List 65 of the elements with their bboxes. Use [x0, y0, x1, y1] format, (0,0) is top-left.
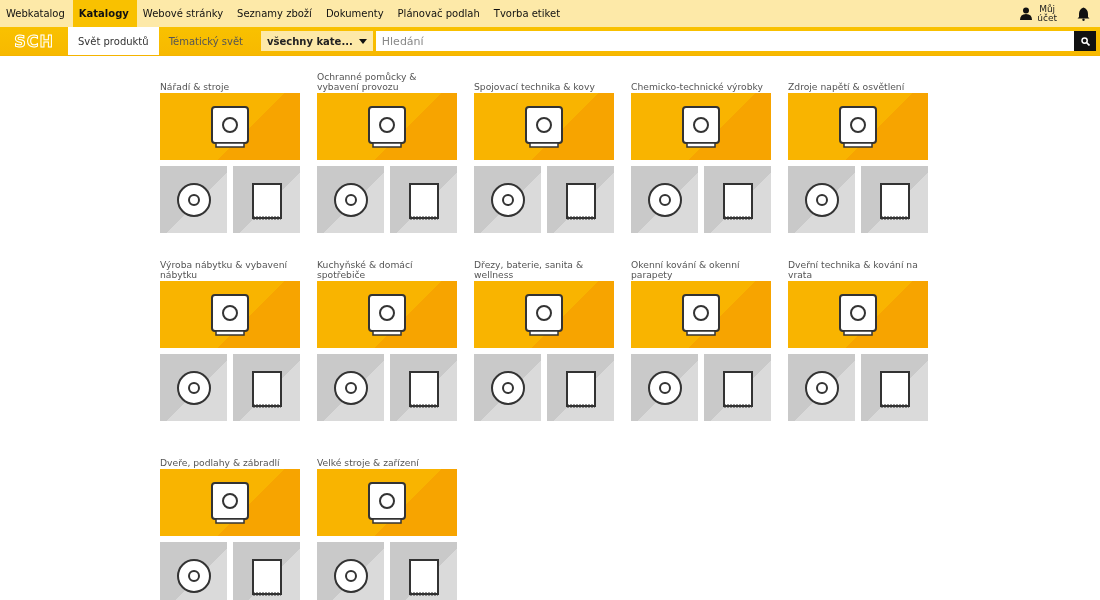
- subcategory-tile[interactable]: [233, 354, 300, 421]
- category-tile[interactable]: [317, 93, 457, 160]
- subcategory-tile[interactable]: [861, 166, 928, 233]
- subcategory-tile[interactable]: [788, 166, 855, 233]
- caret-icon: [358, 38, 367, 44]
- subcategory-tile[interactable]: [160, 542, 227, 600]
- subcategory-tile[interactable]: [704, 354, 771, 421]
- subcategory-tile[interactable]: [317, 542, 384, 600]
- subcategory-tile[interactable]: [547, 166, 614, 233]
- subcategory-tile[interactable]: [390, 354, 457, 421]
- subcategory-tile[interactable]: [631, 354, 698, 421]
- subcategory-tile[interactable]: [547, 354, 614, 421]
- category-title[interactable]: Zdroje napětí & osvětlení: [788, 68, 928, 93]
- account-button[interactable]: Můj účet: [1012, 0, 1065, 27]
- search-icon: [1080, 36, 1090, 46]
- category-title[interactable]: Ochranné pomůcky & vybavení provozu: [317, 68, 457, 93]
- category-tile[interactable]: [160, 93, 300, 160]
- category-title[interactable]: Výroba nábytku & vybavení nábytku: [160, 256, 300, 281]
- category-title[interactable]: Velké stroje & zařízení: [317, 444, 457, 469]
- subcategory-tile[interactable]: [474, 354, 541, 421]
- subcategory-tile[interactable]: [631, 166, 698, 233]
- category-title[interactable]: Chemicko-technické výrobky: [631, 68, 771, 93]
- section-tab[interactable]: Tématický svět: [158, 27, 253, 55]
- nav-tab[interactable]: Katalogy: [72, 0, 137, 27]
- category-title[interactable]: Dřezy, baterie, sanita & wellness: [474, 256, 614, 281]
- category-title[interactable]: Okenní kování & okenní parapety: [631, 256, 771, 281]
- category-tile[interactable]: [788, 281, 928, 348]
- nav-tab[interactable]: Tvorba etiket: [487, 0, 569, 27]
- section-tab[interactable]: Svět produktů: [68, 27, 159, 55]
- category-title[interactable]: Dveřní technika & kování na vrata: [788, 256, 928, 281]
- subcategory-tile[interactable]: [788, 354, 855, 421]
- search-button[interactable]: [1074, 31, 1096, 51]
- subcategory-tile[interactable]: [233, 542, 300, 600]
- category-tile[interactable]: [160, 281, 300, 348]
- category-tile[interactable]: [631, 93, 771, 160]
- category-tile[interactable]: [788, 93, 928, 160]
- subcategory-tile[interactable]: [474, 166, 541, 233]
- subcategory-tile[interactable]: [390, 166, 457, 233]
- search-field[interactable]: Hledání: [375, 31, 1074, 51]
- category-tile[interactable]: [317, 469, 457, 536]
- category-tile[interactable]: [474, 281, 614, 348]
- subcategory-tile[interactable]: [233, 166, 300, 233]
- user-icon: [1020, 7, 1033, 20]
- category-title[interactable]: Spojovací technika & kovy: [474, 68, 614, 93]
- subcategory-tile[interactable]: [160, 166, 227, 233]
- notification-bell-icon[interactable]: [1077, 6, 1090, 21]
- nav-tab[interactable]: Plánovač podlah: [391, 0, 488, 27]
- category-title[interactable]: Dveře, podlahy & zábradlí: [160, 444, 300, 469]
- subcategory-tile[interactable]: [704, 166, 771, 233]
- category-tile[interactable]: [160, 469, 300, 536]
- nav-tab[interactable]: Seznamy zboží: [231, 0, 320, 27]
- category-tile[interactable]: [317, 281, 457, 348]
- subcategory-tile[interactable]: [390, 542, 457, 600]
- subcategory-tile[interactable]: [861, 354, 928, 421]
- subcategory-tile[interactable]: [160, 354, 227, 421]
- category-title[interactable]: Kuchyňské & domácí spotřebiče: [317, 256, 457, 281]
- nav-tab[interactable]: Dokumenty: [319, 0, 392, 27]
- category-title[interactable]: Nářadí & stroje: [160, 68, 300, 93]
- subcategory-tile[interactable]: [317, 354, 384, 421]
- nav-tab[interactable]: Webkatalog: [0, 0, 73, 27]
- subcategory-tile[interactable]: [317, 166, 384, 233]
- category-tile[interactable]: [631, 281, 771, 348]
- category-dropdown[interactable]: všechny kate...: [261, 31, 373, 51]
- nav-tab[interactable]: Webové stránky: [136, 0, 232, 27]
- category-tile[interactable]: [474, 93, 614, 160]
